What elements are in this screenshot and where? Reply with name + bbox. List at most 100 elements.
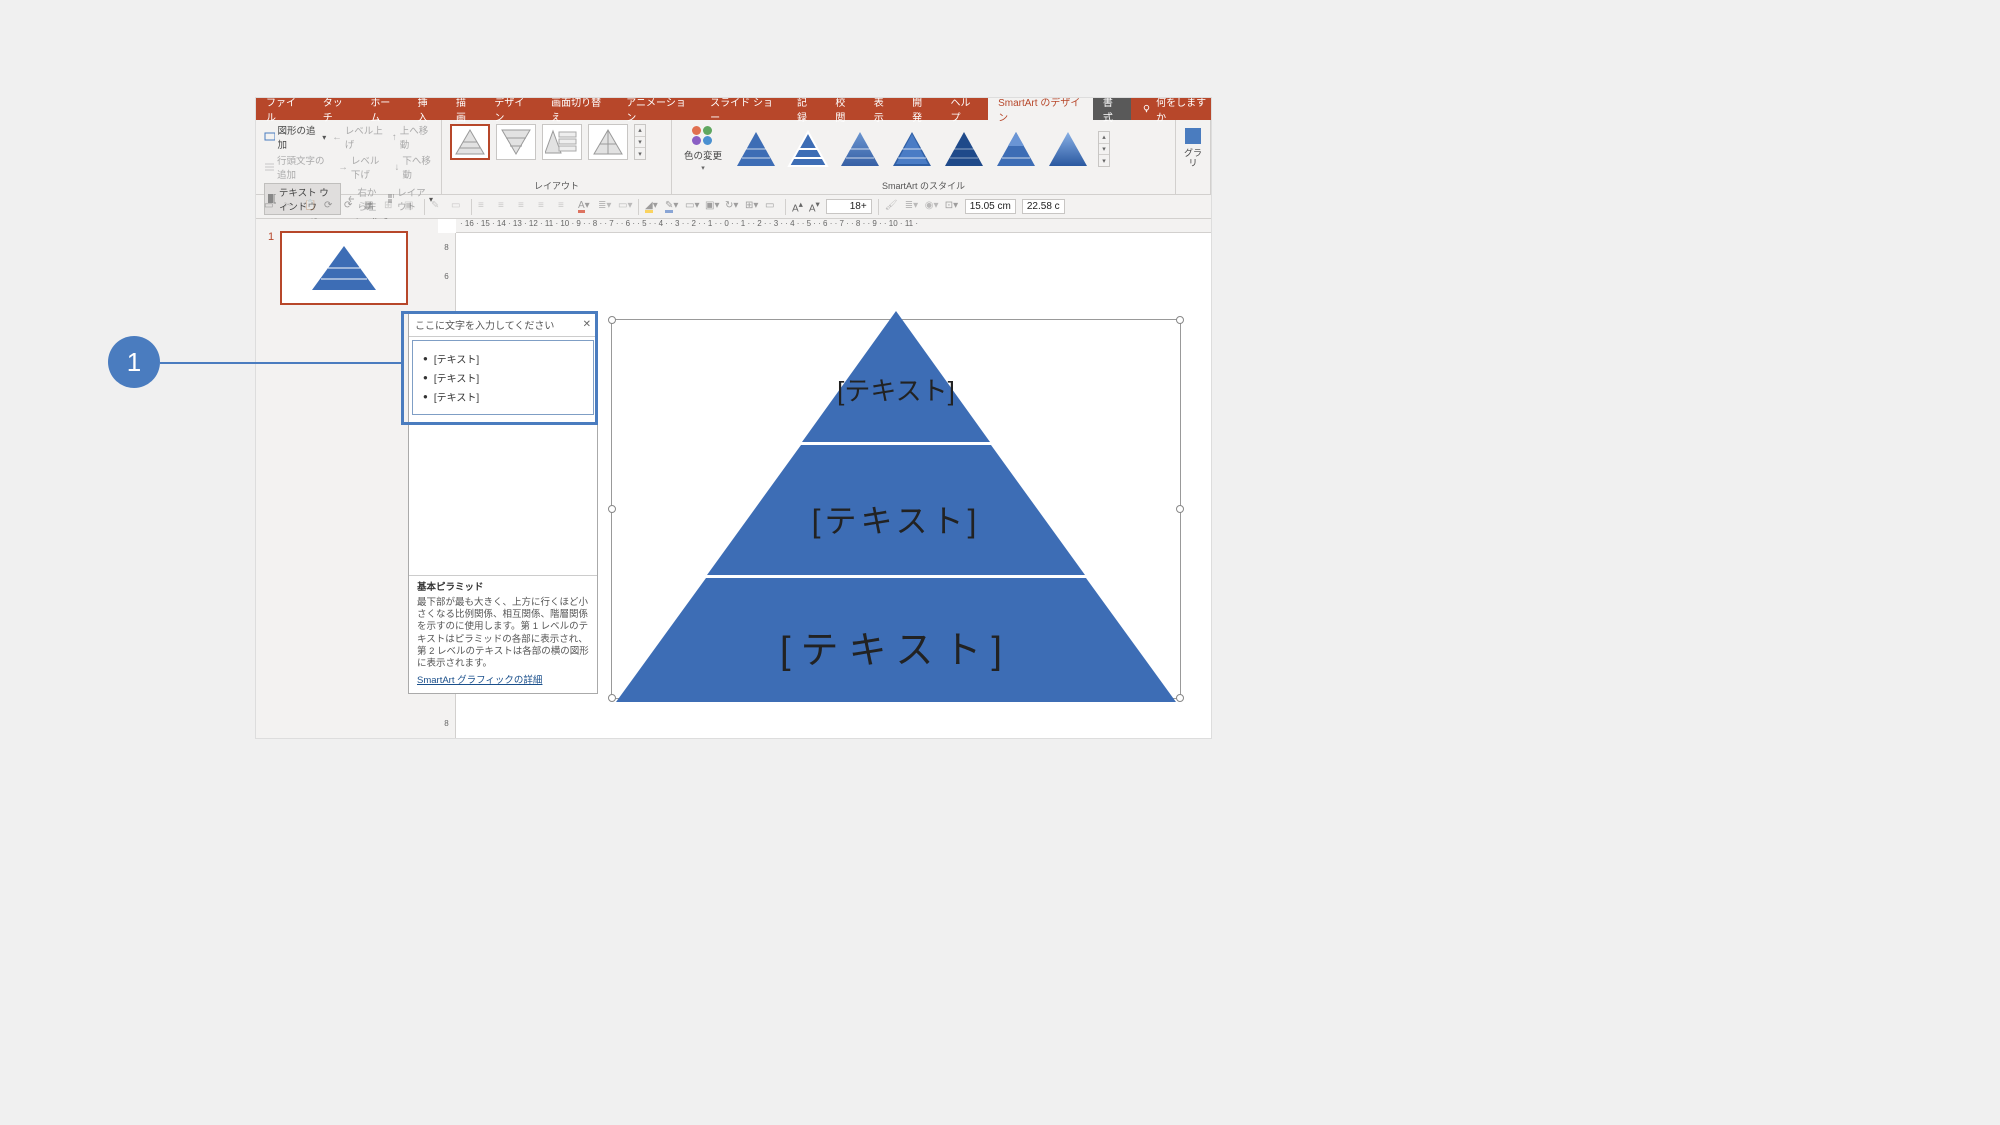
qat-icon[interactable]: ⟳ (324, 200, 338, 214)
bullet-icon (264, 162, 274, 172)
pyramid-level-2-text[interactable]: [テキスト] (616, 496, 1176, 542)
align-center-icon[interactable]: ≡ (498, 200, 512, 214)
tab-developer[interactable]: 開発 (902, 98, 940, 120)
move-down-button[interactable]: ↓ 下へ移動 (395, 153, 433, 181)
tab-animations[interactable]: アニメーション (616, 98, 700, 120)
align-left-icon[interactable]: ≡ (478, 200, 492, 214)
style-simple-fill[interactable] (734, 129, 778, 169)
font-size-input[interactable]: 18+ (826, 199, 872, 214)
layout-segmented-pyramid[interactable] (588, 124, 628, 160)
ruler-horizontal: · 16 · 15 · 14 · 13 · 12 · 11 · 10 · 9 ·… (456, 219, 1211, 233)
move-up-button[interactable]: ↑ 上へ移動 (392, 123, 433, 151)
reset-button[interactable]: グラ リ (1180, 124, 1206, 168)
promote-button[interactable]: ← レベル上げ (332, 123, 386, 151)
rotate-icon[interactable]: ↻▾ (725, 200, 739, 214)
style-intense-effect[interactable] (942, 129, 986, 169)
change-colors-button[interactable]: 色の変更 ▾ (680, 124, 726, 174)
tab-help[interactable]: ヘルプ (941, 98, 989, 120)
indent-icon[interactable]: ▭▾ (618, 200, 632, 214)
layout-basic-pyramid[interactable] (450, 124, 490, 160)
tab-design[interactable]: デザイン (484, 98, 541, 120)
paste-icon[interactable]: ≣▾ (905, 200, 919, 214)
tab-file[interactable]: ファイル (256, 98, 313, 120)
resize-handle[interactable] (1176, 694, 1184, 702)
list-item[interactable]: ●[テキスト] (419, 349, 587, 368)
qat-icon[interactable]: ✎ (431, 200, 445, 214)
group-label-styles: SmartArt のスタイル (680, 179, 1167, 194)
list-icon[interactable]: ≣▾ (598, 200, 612, 214)
resize-handle[interactable] (608, 505, 616, 513)
smartart-pyramid[interactable]: [テキスト] [テキスト] [テキスト] (616, 311, 1176, 706)
bullets-icon[interactable]: ◉▾ (925, 200, 939, 214)
style-white-outline[interactable] (786, 129, 830, 169)
ribbon-body: 図形の追加▾ ← レベル上げ ↑ 上へ移動 行頭文字の追加 → レベル下げ ↓ … (256, 120, 1211, 195)
tab-slideshow[interactable]: スライド ショー (700, 98, 787, 120)
pyramid-level-1-text[interactable]: [テキスト] (616, 371, 1176, 408)
style-inset[interactable] (1046, 129, 1090, 169)
smartart-text-pane[interactable]: ここに文字を入力してください ✕ ●[テキスト] ●[テキスト] ●[テキスト]… (408, 312, 598, 694)
slide-number: 1 (268, 231, 274, 305)
qat-icon[interactable]: ▣ (404, 200, 418, 214)
height-input[interactable]: 22.58 c (1022, 199, 1065, 214)
spacing-icon[interactable]: ⊡▾ (945, 200, 959, 214)
shape-icon (264, 132, 275, 142)
style-gallery-more[interactable]: ▴▾▾ (1098, 131, 1110, 167)
tab-format[interactable]: 書式 (1093, 98, 1131, 120)
qat-icon[interactable]: ✂ (284, 200, 298, 214)
qat-icon[interactable]: 📋 (304, 200, 318, 214)
smartart-details-link[interactable]: SmartArt グラフィックの詳細 (417, 675, 542, 687)
resize-handle[interactable] (608, 316, 616, 324)
style-polished[interactable] (994, 129, 1038, 169)
text-pane-list[interactable]: ●[テキスト] ●[テキスト] ●[テキスト] (412, 340, 594, 415)
font-color-icon[interactable]: A▾ (578, 200, 592, 214)
close-icon[interactable]: ✕ (583, 319, 591, 330)
ribbon-tabs: ファイル タッチ ホーム 挿入 描画 デザイン 画面切り替え アニメーション ス… (256, 98, 1211, 120)
align-top-icon[interactable]: ≡ (538, 200, 552, 214)
style-moderate-effect[interactable] (890, 129, 934, 169)
group-create-graphic: 図形の追加▾ ← レベル上げ ↑ 上へ移動 行頭文字の追加 → レベル下げ ↓ … (256, 120, 442, 194)
qat-icon[interactable]: ▭ (264, 200, 278, 214)
format-painter-icon[interactable]: 🖌 (885, 200, 899, 214)
list-item[interactable]: ●[テキスト] (419, 387, 587, 406)
fill-color-icon[interactable]: ◢▾ (645, 200, 659, 214)
outline-color-icon[interactable]: ✎▾ (665, 200, 679, 214)
tab-record[interactable]: 記録 (787, 98, 825, 120)
bring-front-icon[interactable]: ▣▾ (705, 200, 719, 214)
resize-handle[interactable] (608, 694, 616, 702)
tab-draw[interactable]: 描画 (446, 98, 484, 120)
tab-view[interactable]: 表示 (864, 98, 902, 120)
qat-icon[interactable]: ▦ (364, 200, 378, 214)
list-item[interactable]: ●[テキスト] (419, 368, 587, 387)
add-bullet-button[interactable]: 行頭文字の追加 (264, 153, 332, 181)
increase-font-icon[interactable]: A▴ (792, 199, 803, 214)
demote-button[interactable]: → レベル下げ (338, 153, 388, 181)
align-right-icon[interactable]: ≡ (518, 200, 532, 214)
tab-insert[interactable]: 挿入 (408, 98, 446, 120)
text-pane-description: 基本ピラミッド 最下部が最も大きく、上方に行くほど小さくなる比例関係、相互関係、… (409, 575, 597, 693)
width-input[interactable]: 15.05 cm (965, 199, 1016, 214)
add-shape-button[interactable]: 図形の追加▾ (264, 123, 326, 151)
callout-badge-1: 1 (108, 336, 160, 388)
tab-smartart-design[interactable]: SmartArt のデザイン (988, 98, 1093, 120)
resize-handle[interactable] (1176, 505, 1184, 513)
style-subtle-effect[interactable] (838, 129, 882, 169)
layout-inverted-pyramid[interactable] (496, 124, 536, 160)
qat-icon[interactable]: ▭ (451, 200, 465, 214)
tab-touch[interactable]: タッチ (313, 98, 361, 120)
layout-gallery-more[interactable]: ▴▾▾ (634, 124, 646, 160)
qat-icon[interactable]: ⟳ (344, 200, 358, 214)
qat-icon[interactable]: ⊞ (384, 200, 398, 214)
layout-pyramid-list[interactable] (542, 124, 582, 160)
decrease-font-icon[interactable]: A▾ (809, 199, 820, 214)
selection-icon[interactable]: ▭ (765, 200, 779, 214)
pyramid-level-3-text[interactable]: [テキスト] (616, 619, 1176, 674)
tab-transitions[interactable]: 画面切り替え (541, 98, 616, 120)
group-smartart-styles: 色の変更 ▾ ▴▾▾ SmartArt のスタイル (672, 120, 1176, 194)
align-icon[interactable]: ▭▾ (685, 200, 699, 214)
distribute-icon[interactable]: ⊞▾ (745, 200, 759, 214)
tab-home[interactable]: ホーム (360, 98, 407, 120)
tab-review[interactable]: 校閲 (825, 98, 863, 120)
align-middle-icon[interactable]: ≡ (558, 200, 572, 214)
slide-thumbnail-1[interactable] (280, 231, 408, 305)
resize-handle[interactable] (1176, 316, 1184, 324)
